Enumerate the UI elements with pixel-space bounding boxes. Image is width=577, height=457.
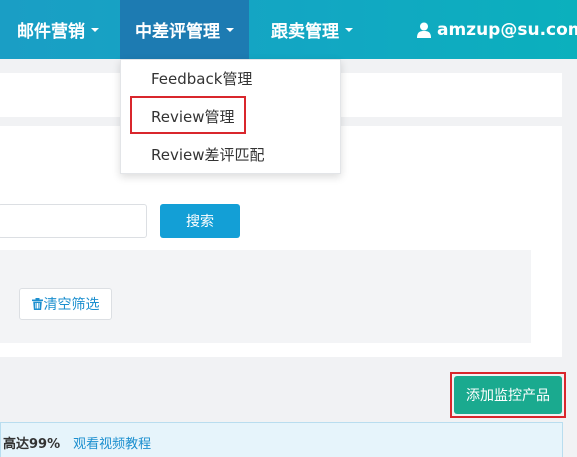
nav-review-management-label: 中差评管理 (135, 22, 220, 42)
nav-review-management[interactable]: 中差评管理 (120, 0, 249, 59)
user-icon (417, 22, 431, 38)
user-menu[interactable]: amzup@su.com (417, 0, 577, 59)
trash-icon (31, 298, 43, 310)
clear-filter-button[interactable]: 清空筛选 (19, 288, 112, 320)
notice-bar: 高达99% 观看视频教程 (0, 422, 563, 457)
nav-email-marketing-label: 邮件营销 (17, 22, 85, 42)
top-navbar: 邮件营销 中差评管理 跟卖管理 amzup@su.com (0, 0, 577, 59)
notice-text: 高达99% (3, 436, 61, 452)
search-button[interactable]: 搜索 (160, 204, 240, 238)
chevron-down-icon (91, 27, 99, 32)
menu-item-review[interactable]: Review管理 (151, 106, 235, 127)
nav-follow-sell-label: 跟卖管理 (271, 22, 339, 42)
user-email: amzup@su.com (437, 19, 577, 40)
menu-item-review-match[interactable]: Review差评匹配 (151, 144, 265, 165)
chevron-down-icon (226, 27, 234, 32)
chevron-down-icon (345, 27, 353, 32)
clear-filter-label: 清空筛选 (43, 297, 100, 313)
add-monitor-product-button[interactable]: 添加监控产品 (454, 376, 562, 414)
video-tutorial-link[interactable]: 观看视频教程 (73, 433, 151, 452)
menu-item-feedback[interactable]: Feedback管理 (151, 68, 252, 89)
search-input[interactable] (0, 204, 147, 238)
nav-email-marketing[interactable]: 邮件营销 (17, 0, 99, 59)
nav-follow-sell-management[interactable]: 跟卖管理 (271, 0, 353, 59)
review-dropdown-menu: Feedback管理 Review管理 Review差评匹配 (120, 59, 341, 174)
